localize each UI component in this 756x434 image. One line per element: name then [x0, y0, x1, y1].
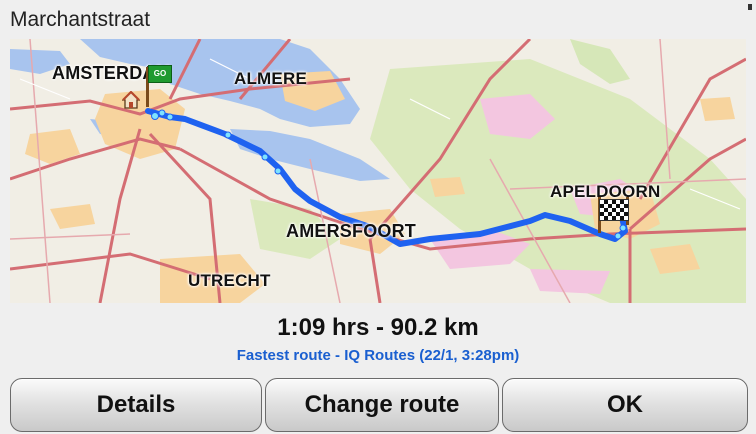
route-summary-time-distance: 1:09 hrs - 90.2 km — [277, 314, 479, 341]
change-route-button[interactable]: Change route — [265, 378, 499, 432]
city-label-utrecht: UTRECHT — [188, 271, 271, 290]
city-label-amersfoort: AMERSFOORT — [286, 221, 416, 241]
route-summary-screen: Marchantstraat AMSTERDAM ALMERE AMERSFOO… — [0, 0, 756, 434]
ok-button[interactable]: OK — [502, 378, 748, 432]
action-button-row: Details Change route OK — [10, 378, 748, 432]
route-map[interactable]: AMSTERDAM ALMERE AMERSFOORT APELDOORN UT… — [10, 39, 746, 303]
city-label-almere: ALMERE — [234, 69, 307, 88]
home-icon — [122, 91, 140, 109]
corner-mark — [748, 4, 752, 10]
finish-flag-icon — [599, 199, 629, 221]
details-button[interactable]: Details — [10, 378, 262, 432]
start-go-flag-icon: GO — [148, 65, 172, 83]
route-type-info: Fastest route - IQ Routes (22/1, 3:28pm) — [236, 347, 520, 364]
destination-title: Marchantstraat — [10, 8, 151, 31]
